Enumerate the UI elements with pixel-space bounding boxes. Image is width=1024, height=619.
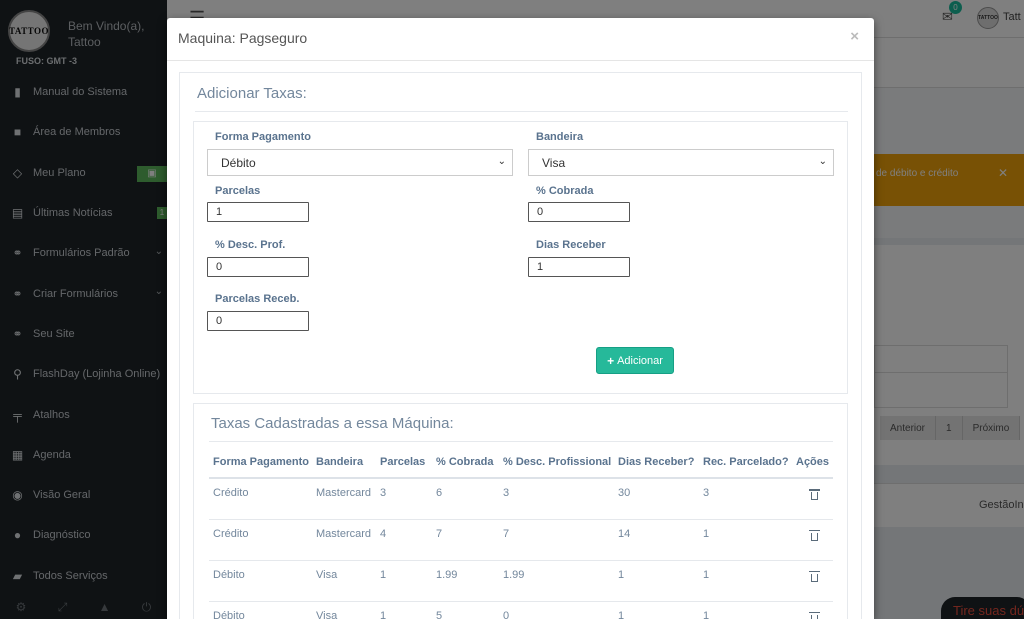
table-row: Débito Visa 1 1.99 1.99 1 1 (209, 559, 833, 601)
add-fee-button-label: Adicionar (617, 354, 663, 367)
col-acoes: Ações (792, 446, 833, 479)
cell-bandeira: Visa (312, 600, 376, 619)
cell-dias: 1 (614, 559, 699, 601)
col-cobrada: % Cobrada (432, 446, 499, 479)
modal-header: Maquina: Pagseguro × (167, 18, 874, 61)
cell-rec-parcelado: 1 (699, 600, 792, 619)
bandeira-value: Visa (542, 156, 566, 170)
close-icon[interactable]: × (850, 28, 859, 45)
cell-desc: 7 (499, 518, 614, 560)
col-forma-pagamento: Forma Pagamento (209, 446, 312, 479)
chevron-down-icon: ⌄ (497, 156, 506, 167)
forma-pagamento-label: Forma Pagamento (215, 131, 311, 143)
fees-table: Forma Pagamento Bandeira Parcelas % Cobr… (209, 446, 833, 619)
trash-icon[interactable] (809, 489, 820, 500)
cell-dias: 14 (614, 518, 699, 560)
dias-receber-input[interactable]: 1 (528, 257, 630, 277)
cell-dias: 1 (614, 600, 699, 619)
cell-parcelas: 1 (376, 600, 432, 619)
divider (209, 441, 833, 442)
cell-rec-parcelado: 1 (699, 559, 792, 601)
cell-desc: 0 (499, 600, 614, 619)
cell-rec-parcelado: 1 (699, 518, 792, 560)
cell-desc: 3 (499, 477, 614, 519)
parcelas-receb-label: Parcelas Receb. (215, 293, 300, 305)
cell-acoes (792, 559, 833, 601)
cell-dias: 30 (614, 477, 699, 519)
add-fee-button[interactable]: + Adicionar (596, 347, 674, 374)
col-desc-profissional: % Desc. Profissional (499, 446, 614, 479)
cell-forma: Crédito (209, 518, 312, 560)
parcelas-label: Parcelas (215, 185, 261, 197)
cell-cobrada: 7 (432, 518, 499, 560)
cell-bandeira: Mastercard (312, 518, 376, 560)
add-fee-title: Adicionar Taxas: (197, 85, 307, 102)
forma-pagamento-value: Débito (221, 156, 256, 170)
cell-forma: Débito (209, 600, 312, 619)
desc-prof-label: % Desc. Prof. (215, 239, 286, 251)
trash-icon[interactable] (809, 611, 820, 619)
cell-acoes (792, 477, 833, 519)
bandeira-label: Bandeira (536, 131, 584, 143)
machine-modal: Maquina: Pagseguro × Adicionar Taxas: Fo… (167, 18, 874, 619)
cobrada-input[interactable]: 0 (528, 202, 630, 222)
dias-receber-label: Dias Receber (536, 239, 606, 251)
registered-fees-title: Taxas Cadastradas a essa Máquina: (211, 415, 454, 432)
cell-cobrada: 6 (432, 477, 499, 519)
col-dias-receber: Dias Receber? (614, 446, 699, 479)
cobrada-label: % Cobrada (536, 185, 594, 197)
col-bandeira: Bandeira (312, 446, 376, 479)
cell-parcelas: 3 (376, 477, 432, 519)
cell-bandeira: Visa (312, 559, 376, 601)
parcelas-input[interactable]: 1 (207, 202, 309, 222)
trash-icon[interactable] (809, 570, 820, 582)
cell-parcelas: 1 (376, 559, 432, 601)
cell-desc: 1.99 (499, 559, 614, 601)
table-row: Crédito Mastercard 4 7 7 14 1 (209, 518, 833, 560)
bandeira-select[interactable]: Visa ⌄ (528, 149, 834, 176)
cell-acoes (792, 518, 833, 560)
parcelas-receb-input[interactable]: 0 (207, 311, 309, 331)
desc-prof-input[interactable]: 0 (207, 257, 309, 277)
cell-forma: Débito (209, 559, 312, 601)
divider (195, 111, 848, 112)
table-header-row: Forma Pagamento Bandeira Parcelas % Cobr… (209, 446, 833, 479)
col-rec-parcelado: Rec. Parcelado? (699, 446, 792, 479)
cell-bandeira: Mastercard (312, 477, 376, 519)
trash-icon[interactable] (809, 529, 820, 541)
cell-cobrada: 5 (432, 600, 499, 619)
cell-acoes (792, 600, 833, 619)
plus-icon: + (607, 353, 615, 368)
table-row: Crédito Mastercard 3 6 3 30 3 (209, 477, 833, 519)
cell-rec-parcelado: 3 (699, 477, 792, 519)
cell-cobrada: 1.99 (432, 559, 499, 601)
forma-pagamento-select[interactable]: Débito ⌄ (207, 149, 513, 176)
cell-forma: Crédito (209, 477, 312, 519)
cell-parcelas: 4 (376, 518, 432, 560)
col-parcelas: Parcelas (376, 446, 432, 479)
table-row: Débito Visa 1 5 0 1 1 (209, 600, 833, 619)
modal-title: Maquina: Pagseguro (178, 30, 308, 46)
chevron-down-icon: ⌄ (818, 156, 827, 167)
